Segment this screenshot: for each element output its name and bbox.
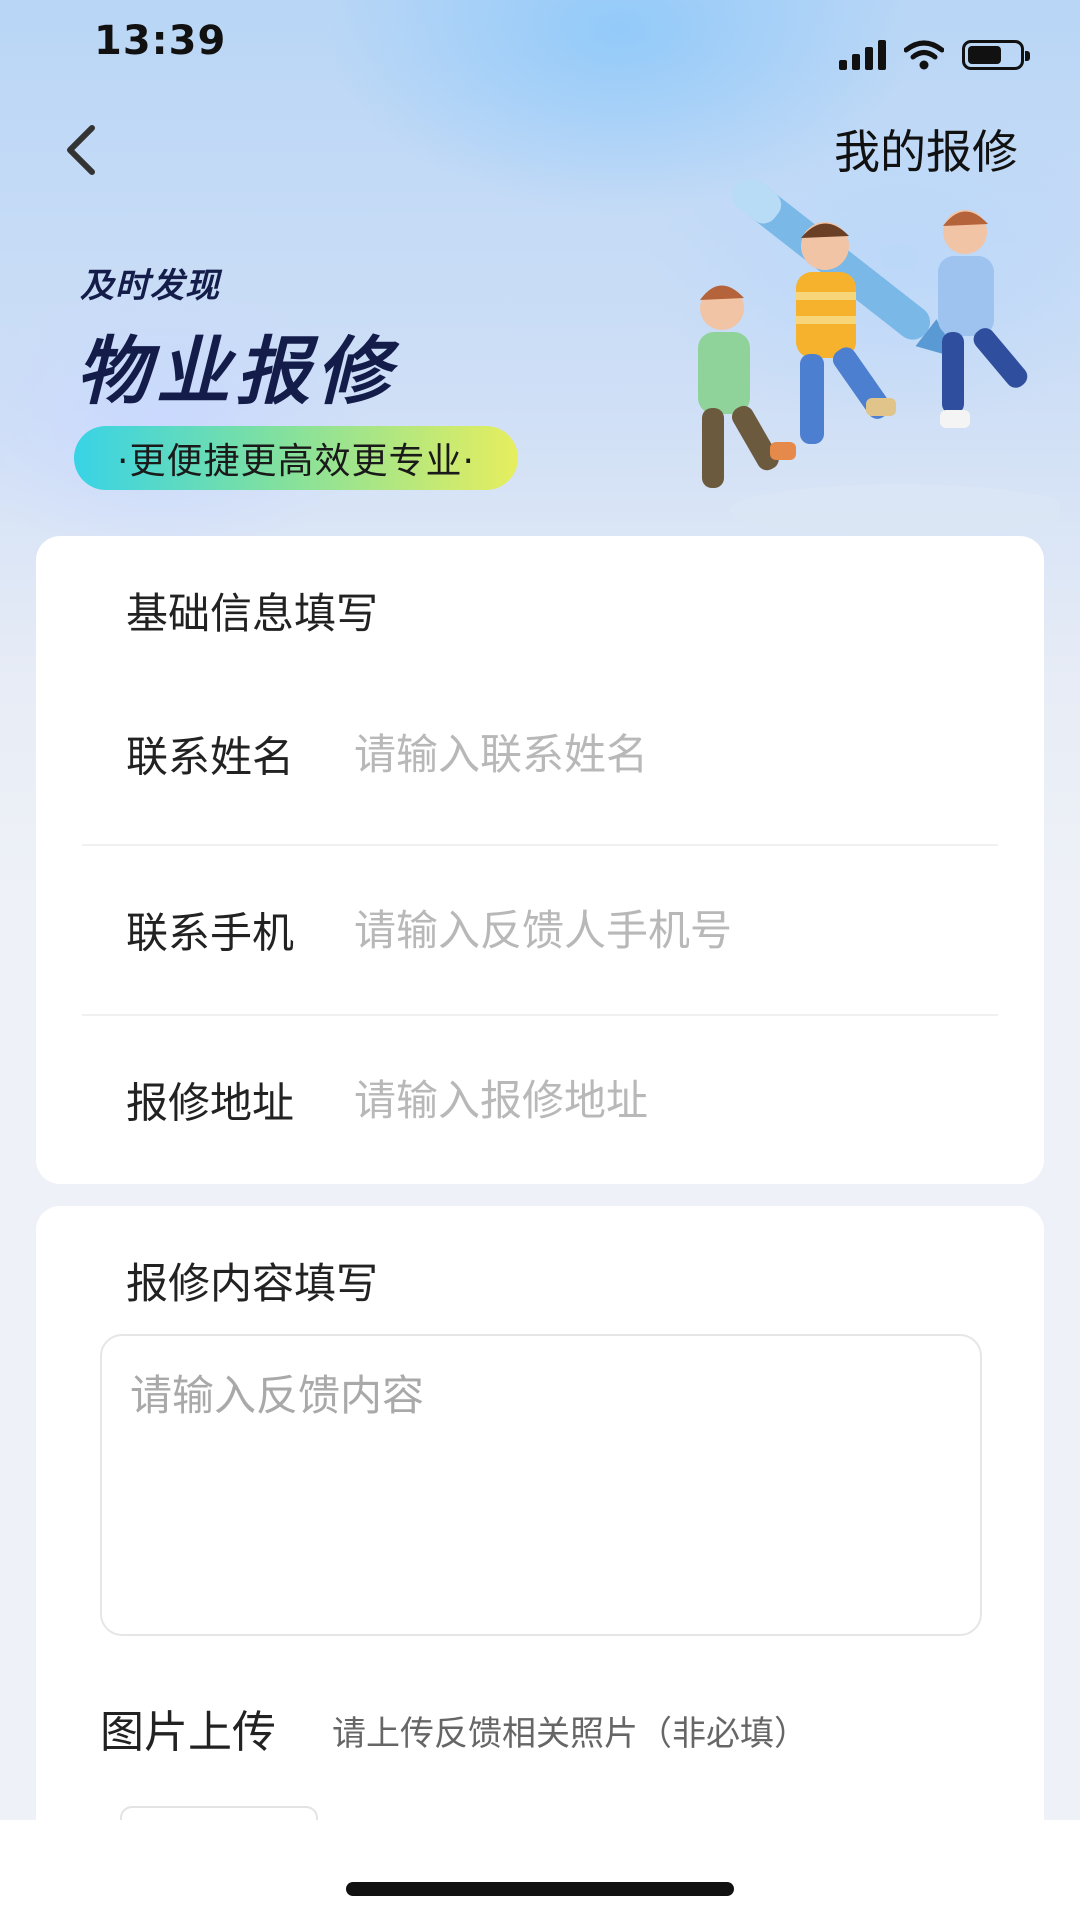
form-row-repair-address: 报修地址	[82, 1016, 998, 1184]
section-title-repair-content: 报修内容填写	[126, 1259, 379, 1308]
field-label-contact-name: 联系姓名	[126, 732, 295, 782]
page-title: 我的报修	[834, 125, 1018, 179]
repair-content-card: 报修内容填写 图片上传 请上传反馈相关照片（非必填）	[36, 1206, 1044, 1846]
hero-title: 物业报修	[76, 329, 396, 415]
status-bar: 13:39	[0, 0, 1080, 110]
wifi-icon	[904, 40, 944, 70]
field-label-contact-phone: 联系手机	[126, 908, 295, 958]
form-row-contact-phone: 联系手机	[82, 846, 998, 1014]
basic-info-card: 基础信息填写 联系姓名 联系手机 报修地址	[36, 536, 1044, 1184]
battery-icon	[962, 40, 1030, 70]
status-time: 13:39	[94, 18, 227, 64]
bottom-safe-area	[0, 1820, 1080, 1920]
figure-blue-icon	[938, 210, 1028, 428]
figure-green-icon	[698, 285, 796, 488]
hero-subtitle: 及时发现	[80, 266, 220, 306]
contact-name-input[interactable]	[354, 724, 974, 784]
contact-phone-input[interactable]	[354, 900, 974, 960]
chevron-left-icon	[67, 125, 95, 175]
cellular-signal-icon	[839, 40, 886, 70]
battery-level	[968, 46, 1001, 64]
back-button[interactable]	[54, 118, 110, 182]
repair-address-input[interactable]	[354, 1070, 974, 1130]
hero-illustration	[698, 180, 1060, 536]
home-indicator	[346, 1882, 734, 1896]
form-row-contact-name: 联系姓名	[82, 670, 998, 838]
figure-orange-icon	[796, 222, 896, 444]
section-title-basic-info: 基础信息填写	[126, 589, 379, 638]
hero-tagline-pill: ·更便捷更高效更专业·	[74, 426, 518, 490]
feedback-content-textarea[interactable]	[100, 1334, 982, 1636]
status-icons	[839, 40, 1030, 70]
image-upload-hint: 请上传反馈相关照片（非必填）	[332, 1714, 808, 1754]
image-upload-label: 图片上传	[100, 1707, 276, 1758]
field-label-repair-address: 报修地址	[126, 1078, 295, 1128]
hero-tagline: ·更便捷更高效更专业·	[117, 441, 475, 482]
